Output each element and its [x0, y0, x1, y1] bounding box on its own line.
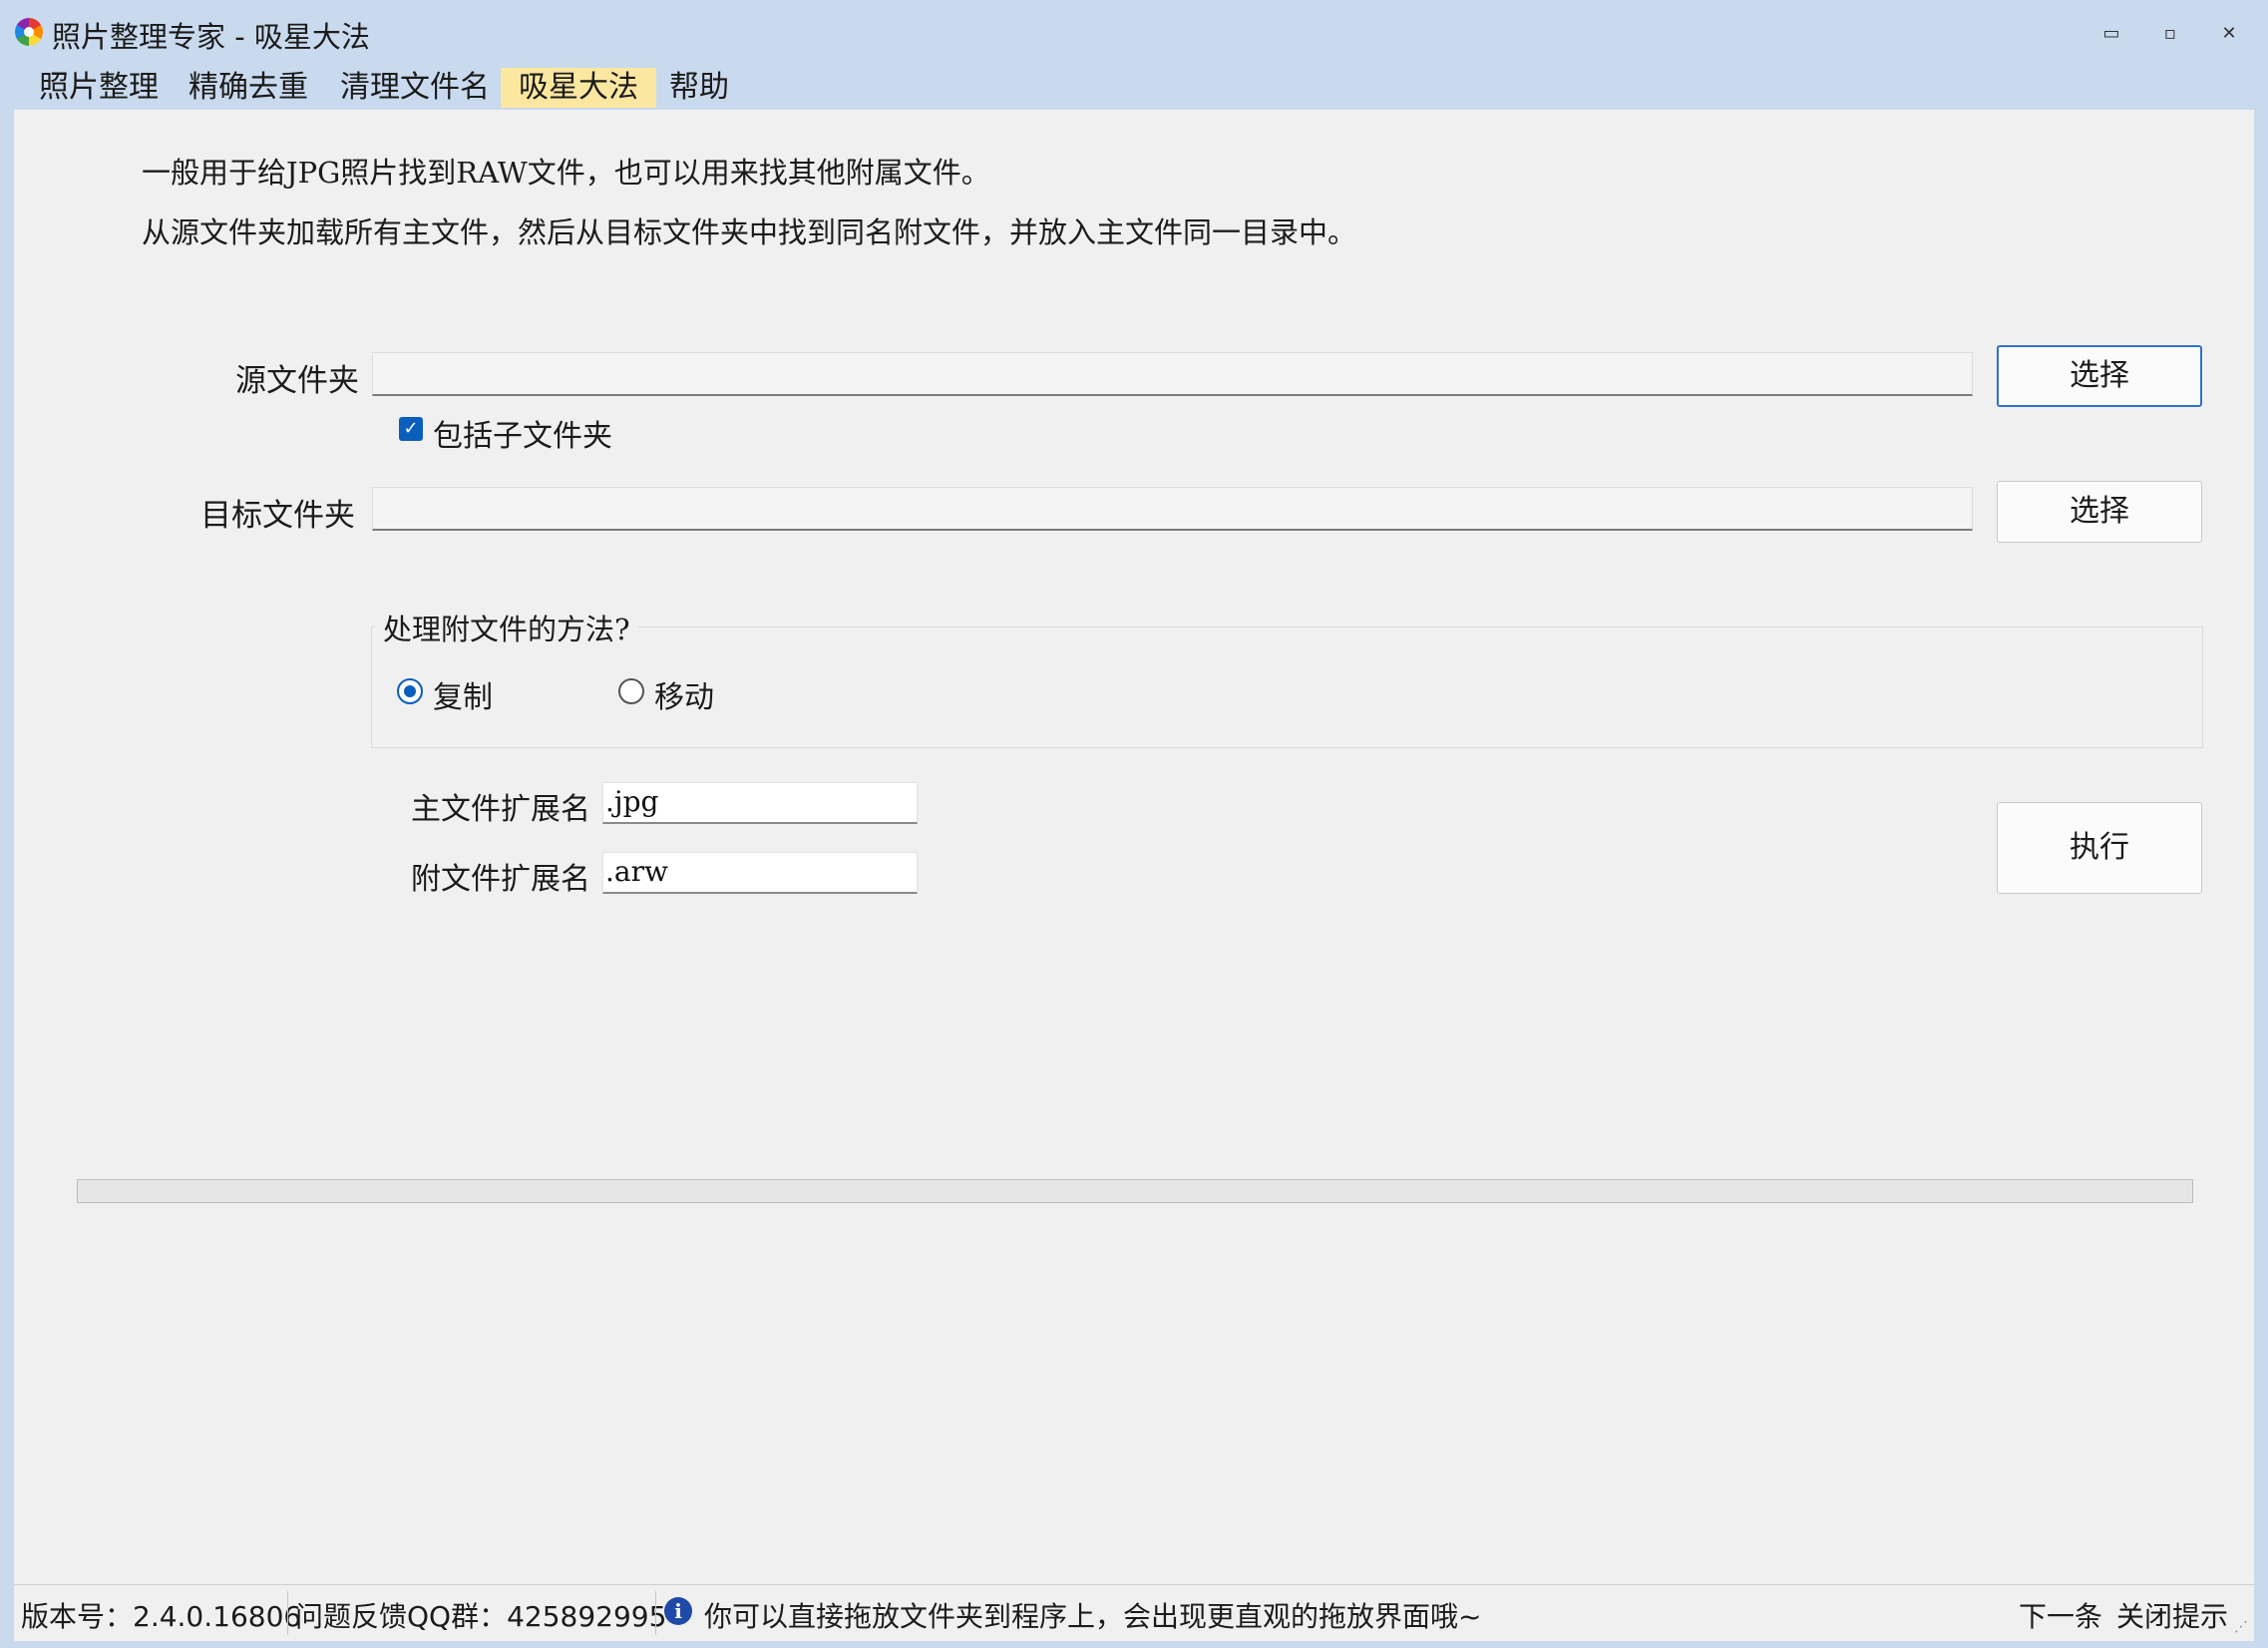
close-tip-link[interactable]: 关闭提示: [2116, 1595, 2228, 1635]
progress-bar: [77, 1179, 2193, 1203]
target-select-button[interactable]: 选择: [1997, 481, 2202, 543]
menu-absorb[interactable]: 吸星大法: [501, 68, 656, 108]
info-icon: i: [664, 1597, 692, 1625]
minimize-button[interactable]: ▭: [2091, 18, 2131, 50]
checkmark-icon: ✓: [403, 418, 419, 439]
sub-ext-input[interactable]: .arw: [602, 852, 918, 894]
include-subfolders-checkbox[interactable]: ✓: [399, 417, 423, 441]
sub-ext-label: 附文件扩展名: [411, 862, 590, 897]
app-logo-icon: [15, 18, 43, 46]
title-bar: 照片整理专家 - 吸星大法 ▭ ▫ ✕: [0, 0, 2268, 64]
menu-photo-organize[interactable]: 照片整理: [21, 68, 177, 108]
status-bar: 版本号：2.4.0.16806 问题反馈QQ群：425892995 i 你可以直…: [14, 1584, 2254, 1641]
status-separator: [655, 1591, 656, 1635]
resize-grip-icon[interactable]: ⋰: [2234, 1619, 2248, 1635]
close-button[interactable]: ✕: [2209, 18, 2249, 50]
maximize-button[interactable]: ▫: [2150, 18, 2190, 50]
menu-bar: 照片整理 精确去重 清理文件名 吸星大法 帮助: [0, 64, 2268, 110]
execute-button[interactable]: 执行: [1997, 802, 2202, 894]
copy-label: 复制: [433, 680, 493, 715]
main-ext-label: 主文件扩展名: [411, 792, 590, 827]
source-select-button[interactable]: 选择: [1997, 345, 2202, 407]
include-subfolders-label: 包括子文件夹: [433, 419, 612, 454]
source-folder-label: 源文件夹: [235, 363, 359, 399]
status-separator: [287, 1591, 288, 1635]
description-line-2: 从源文件夹加载所有主文件，然后从目标文件夹中找到同名附文件，并放入主文件同一目录…: [142, 215, 1357, 249]
feedback-text: 问题反馈QQ群：425892995: [295, 1600, 667, 1633]
menu-clean-filenames[interactable]: 清理文件名: [322, 68, 508, 108]
window-title: 照片整理专家 - 吸星大法: [52, 20, 370, 54]
menu-help[interactable]: 帮助: [651, 68, 747, 108]
description-line-1: 一般用于给JPG照片找到RAW文件，也可以用来找其他附属文件。: [142, 156, 990, 190]
move-label: 移动: [654, 680, 714, 715]
version-text: 版本号：2.4.0.16806: [21, 1600, 302, 1633]
target-folder-input[interactable]: [372, 487, 1973, 531]
tip-text: 你可以直接拖放文件夹到程序上，会出现更直观的拖放界面哦~: [704, 1600, 1482, 1633]
copy-radio[interactable]: [397, 678, 423, 704]
menu-exact-dedupe[interactable]: 精确去重: [171, 68, 326, 108]
source-folder-input[interactable]: [372, 352, 1973, 396]
move-radio[interactable]: [618, 678, 644, 704]
main-ext-input[interactable]: .jpg: [602, 782, 918, 824]
app-window: 照片整理专家 - 吸星大法 ▭ ▫ ✕ 照片整理 精确去重 清理文件名 吸星大法…: [0, 0, 2268, 1648]
target-folder-label: 目标文件夹: [200, 498, 355, 534]
method-groupbox: [371, 626, 2203, 748]
main-panel: 一般用于给JPG照片找到RAW文件，也可以用来找其他附属文件。 从源文件夹加载所…: [14, 110, 2254, 1584]
next-tip-link[interactable]: 下一条: [2019, 1595, 2102, 1635]
method-group-title: 处理附文件的方法?: [375, 607, 638, 648]
